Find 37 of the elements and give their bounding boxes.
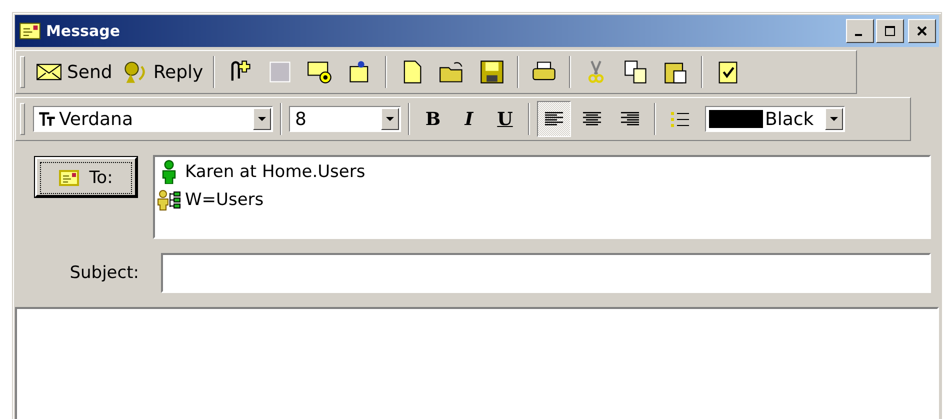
font-dropdown[interactable]: Verdana	[33, 106, 273, 132]
recipient-name[interactable]: W=Users	[185, 190, 264, 210]
align-left-button[interactable]	[537, 101, 571, 137]
to-button[interactable]: To:	[35, 157, 137, 197]
subject-field[interactable]	[161, 253, 931, 293]
font-icon	[38, 111, 56, 127]
maximize-button[interactable]	[876, 19, 904, 43]
reply-button[interactable]: Reply	[119, 57, 206, 87]
recipient-name[interactable]: Karen at Home.Users	[185, 162, 366, 182]
recipients-field[interactable]: Karen at Home.Users W=Users	[153, 155, 931, 239]
font-size-dropdown[interactable]: 8	[289, 106, 401, 132]
close-icon	[917, 26, 927, 36]
send-button[interactable]: Send	[33, 57, 116, 87]
minimize-icon	[855, 34, 862, 36]
bullet-list-icon	[671, 111, 689, 127]
underline-button[interactable]: U	[489, 103, 521, 135]
folder-icon	[439, 59, 466, 85]
address-book-icon	[59, 170, 80, 186]
align-left-icon	[545, 112, 563, 126]
minimize-button[interactable]	[846, 19, 874, 43]
copy-icon	[623, 59, 650, 85]
subject-label: Subject:	[68, 263, 139, 283]
square-icon	[267, 59, 294, 85]
dropdown-arrow-icon	[386, 117, 394, 121]
align-center-icon	[583, 112, 601, 126]
person-tree-icon	[157, 188, 181, 212]
dropdown-arrow-icon	[258, 117, 266, 121]
close-button[interactable]	[908, 19, 936, 43]
window-title: Message	[46, 22, 121, 40]
message-body-field[interactable]	[15, 307, 939, 419]
align-right-icon	[621, 112, 639, 126]
bold-button[interactable]: B	[417, 103, 449, 135]
maximize-icon	[885, 26, 895, 36]
color-dropdown[interactable]: Black	[705, 106, 845, 132]
message-icon	[19, 22, 41, 40]
italic-button[interactable]: I	[453, 103, 485, 135]
dropdown-arrow-icon	[830, 117, 838, 121]
